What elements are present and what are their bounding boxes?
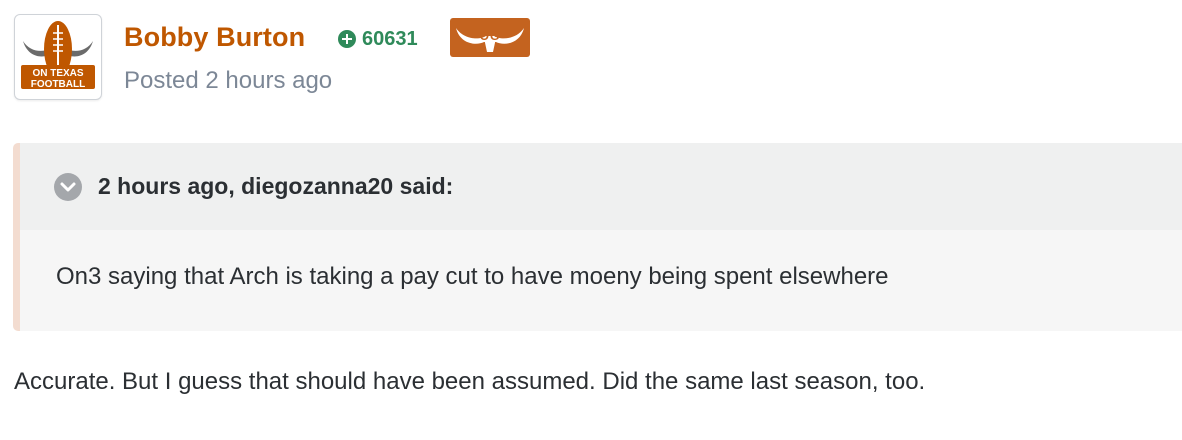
avatar-line1: ON TEXAS [32, 68, 83, 79]
author-name-link[interactable]: Bobby Burton [124, 22, 305, 53]
og-member-badge: OG [450, 18, 530, 57]
og-badge-label: OG [479, 28, 501, 43]
plus-circle-icon [338, 30, 356, 48]
quote-citation[interactable]: 2 hours ago, diegozanna20 said: [98, 173, 453, 200]
quote-block: 2 hours ago, diegozanna20 said: On3 sayi… [13, 143, 1182, 331]
chevron-down-circle-icon[interactable] [54, 173, 82, 201]
reputation-badge[interactable]: 60631 [338, 26, 418, 52]
post-timestamp[interactable]: Posted 2 hours ago [124, 67, 332, 95]
reputation-count: 60631 [362, 27, 418, 50]
quote-body-text: On3 saying that Arch is taking a pay cut… [56, 263, 889, 290]
author-avatar[interactable]: ON TEXAS FOOTBALL [14, 14, 102, 100]
post-body-text: Accurate. But I guess that should have b… [14, 368, 926, 395]
forum-post: ON TEXAS FOOTBALL Bobby Burton 60631 OG … [0, 0, 1182, 440]
on-texas-football-logo-icon: ON TEXAS FOOTBALL [21, 21, 95, 90]
avatar-line2: FOOTBALL [31, 79, 85, 90]
